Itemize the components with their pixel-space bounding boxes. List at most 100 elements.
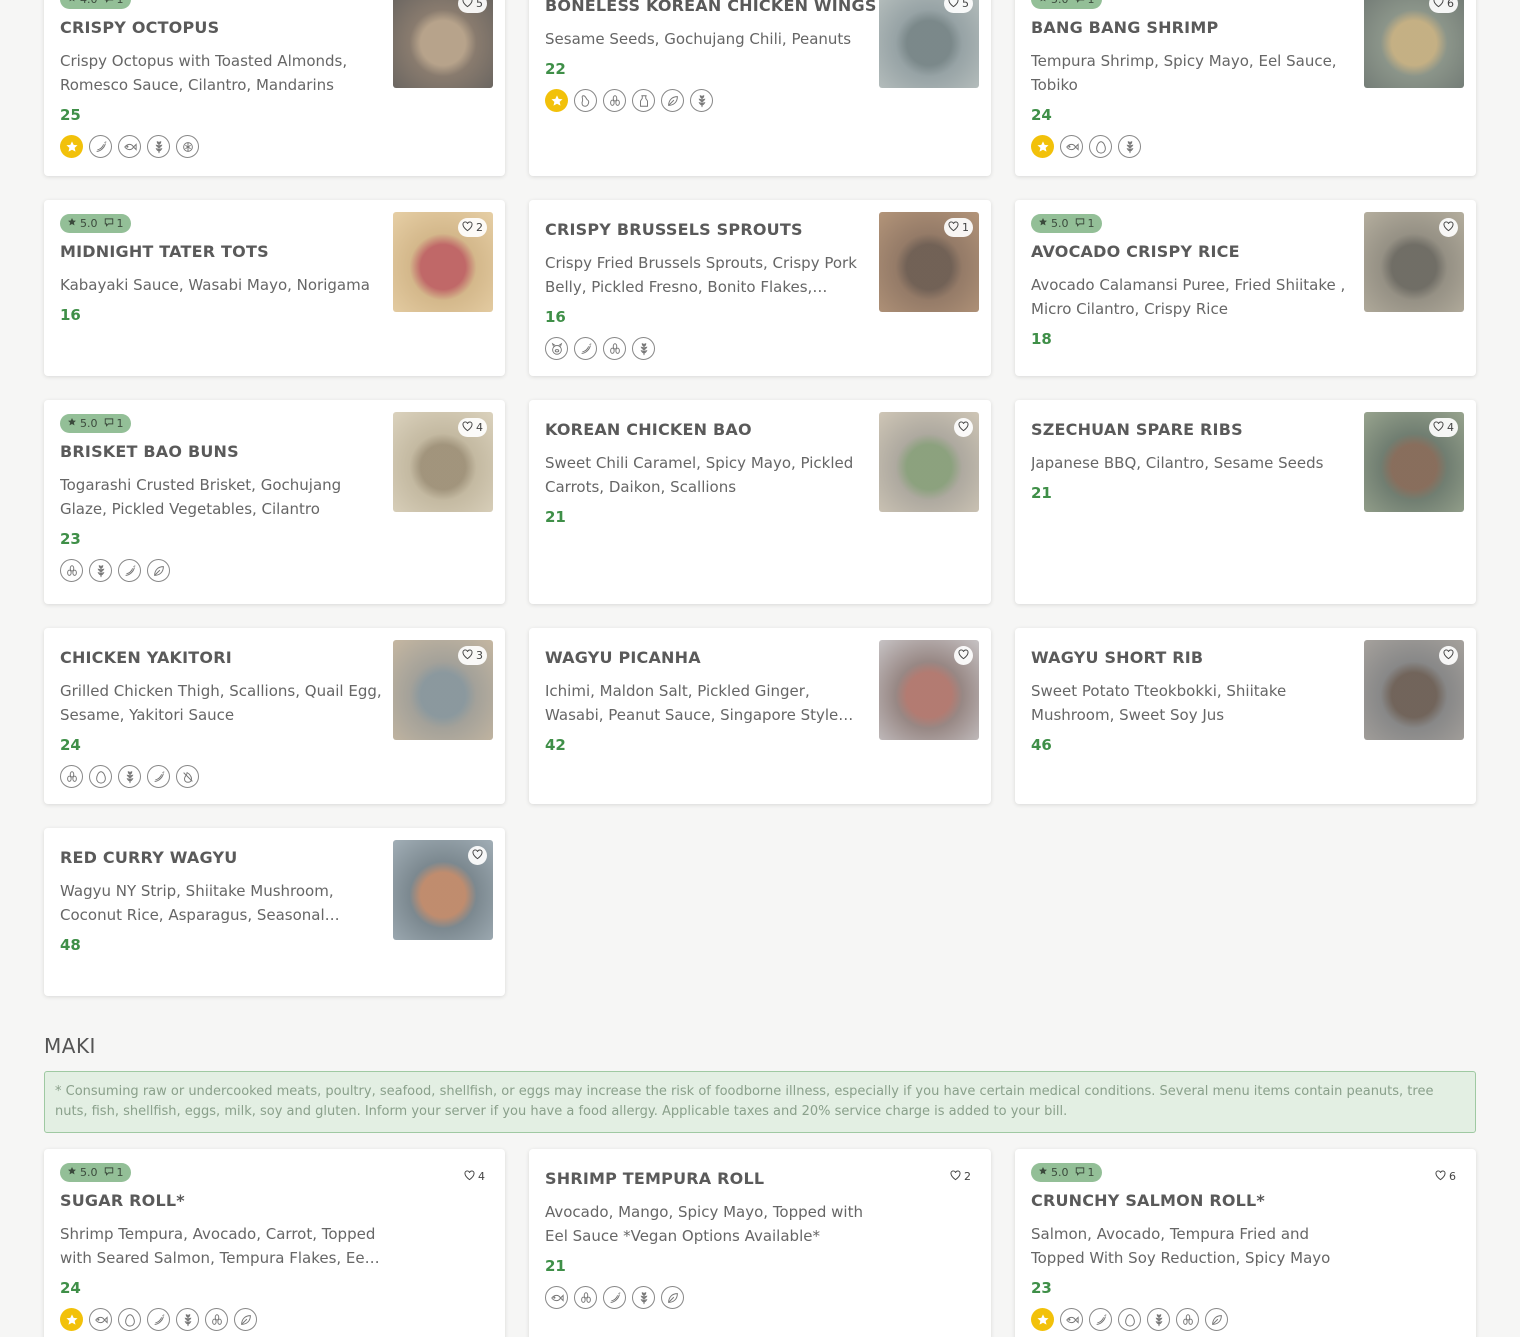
menu-item-photo[interactable] (879, 640, 979, 740)
menu-item-card-red-curry-wagyu[interactable]: RED CURRY WAGYU Wagyu NY Strip, Shiitake … (44, 828, 505, 996)
favorite-button[interactable] (1439, 218, 1458, 237)
dietary-tags (545, 337, 867, 360)
leaf-icon (147, 559, 170, 582)
pig-icon (545, 337, 568, 360)
menu-item-description: Togarashi Crusted Brisket, Gochujang Gla… (60, 476, 342, 518)
menu-item-photo[interactable]: 1 (879, 212, 979, 312)
menu-item-title: SHRIMP TEMPURA ROLL (545, 1169, 765, 1188)
comment-icon (1075, 0, 1085, 6)
favorite-button[interactable]: 1 (944, 218, 973, 237)
menu-item-photo[interactable] (393, 840, 493, 940)
menu-item-description: Avocado Calamansi Puree, Fried Shiitake … (1031, 276, 1346, 318)
heart-icon (958, 649, 969, 663)
heart-icon (950, 1170, 961, 1184)
star-icon (1038, 0, 1048, 6)
maki-grid: 5.0 1 SUGAR ROLL* Shrimp Tempura, Avocado, … (44, 1149, 1476, 1337)
star-icon (67, 217, 77, 230)
menu-item-card-shrimp-tempura-roll[interactable]: SHRIMP TEMPURA ROLL Avocado, Mango, Spicy… (529, 1149, 991, 1337)
egg-icon (89, 765, 112, 788)
menu-item-photo[interactable]: 3 (393, 640, 493, 740)
menu-item-photo[interactable]: 5 (879, 0, 979, 88)
menu-item-card-wagyu-picanha[interactable]: WAGYU PICANHA Ichimi, Maldon Salt, Pickle… (529, 628, 991, 804)
menu-item-photo[interactable] (1364, 212, 1464, 312)
favorite-button[interactable] (954, 646, 973, 665)
food-image (393, 0, 493, 88)
menu-item-card-midnight-tater-tots[interactable]: 5.0 1 MIDNIGHT TATER TOTS Kabayaki Sauce, W… (44, 200, 505, 376)
menu-item-card-boneless-korean-chicken-wings[interactable]: BONELESS KOREAN CHICKEN WINGS Sesame Seed… (529, 0, 991, 176)
favorite-button[interactable]: 6 (1429, 0, 1458, 13)
menu-item-card-bang-bang-shrimp[interactable]: 5.01BANG BANG SHRIMPTempura Shrimp, Spic… (1015, 0, 1476, 176)
star-icon (67, 0, 77, 6)
dietary-tags (60, 135, 382, 158)
rating-badge: 5.01 (1031, 1163, 1102, 1182)
review-count: 1 (116, 217, 124, 230)
menu-item-description: Sesame Seeds, Gochujang Chili, Peanuts (545, 30, 852, 48)
rating-badge: 5.01 (1031, 214, 1102, 233)
menu-item-photo[interactable]: 5 (393, 0, 493, 88)
menu-item-description: Ichimi, Maldon Salt, Pickled Ginger, Was… (545, 682, 839, 724)
menu-item-card-wagyu-short-rib[interactable]: WAGYU SHORT RIB Sweet Potato Tteokbokki, … (1015, 628, 1476, 804)
menu-item-card-brisket-bao-buns[interactable]: 5.0 1 BRISKET BAO BUNS Togarashi Crusted Br… (44, 400, 505, 604)
menu-item-title: CRISPY BRUSSELS SPROUTS (545, 220, 803, 239)
menu-item-description: Wagyu NY Strip, Shiitake Mushroom, Cocon… (60, 882, 334, 924)
favorite-button[interactable] (468, 846, 487, 865)
menu-item-content: 4.01CRISPY OCTOPUSCrispy Octopus with To… (60, 0, 382, 158)
menu-item-title: CHICKEN YAKITORI (60, 648, 232, 667)
menu-item-photo[interactable]: 2 (393, 212, 493, 312)
menu-item-photo[interactable]: 6 (1364, 0, 1464, 88)
menu-item-price: 25 (60, 106, 81, 124)
menu-item-photo[interactable]: 4 (1364, 412, 1464, 512)
nut-icon (176, 135, 199, 158)
rating-value: 5.0 (80, 1166, 98, 1179)
menu-item-card-crispy-brussels-sprouts[interactable]: CRISPY BRUSSELS SPROUTS Crispy Fried Brus… (529, 200, 991, 376)
menu-item-content: 5.0 1 MIDNIGHT TATER TOTS Kabayaki Sauce, W… (60, 212, 382, 325)
menu-item-card-crispy-octopus[interactable]: 4.01CRISPY OCTOPUSCrispy Octopus with To… (44, 0, 505, 176)
review-count: 1 (117, 0, 124, 6)
favorite-button[interactable] (954, 418, 973, 437)
like-count: 4 (476, 421, 483, 434)
menu-item-content: 5.01BANG BANG SHRIMPTempura Shrimp, Spic… (1031, 0, 1353, 158)
favorite-button[interactable]: 2 (458, 218, 487, 237)
menu-item-card-korean-chicken-bao[interactable]: KOREAN CHICKEN BAO Sweet Chili Caramel, S… (529, 400, 991, 604)
star-icon (1038, 217, 1048, 230)
fish-icon (545, 1286, 568, 1309)
menu-item-photo[interactable]: 4 (393, 412, 493, 512)
menu-item-description: Japanese BBQ, Cilantro, Sesame Seeds (1031, 454, 1324, 472)
like-count: 6 (1447, 0, 1454, 10)
favorite-button[interactable]: 5 (458, 0, 487, 13)
dietary-tags (60, 765, 382, 788)
menu-item-card-sugar-roll[interactable]: 5.0 1 SUGAR ROLL* Shrimp Tempura, Avocado, … (44, 1149, 505, 1337)
leaf-icon (661, 1286, 684, 1309)
favorite-button[interactable]: 5 (944, 0, 973, 13)
rating-value: 5.0 (80, 417, 98, 430)
review-count: 1 (116, 417, 124, 430)
menu-item-price: 24 (60, 1279, 81, 1297)
reviews-group: 1 (104, 1166, 124, 1179)
dietary-tags (60, 559, 382, 582)
menu-item-photo[interactable] (1364, 640, 1464, 740)
star-icon (1031, 1308, 1054, 1331)
favorite-button[interactable]: 4 (458, 418, 487, 437)
menu-item-price: 23 (1031, 1279, 1052, 1297)
menu-item-card-chicken-yakitori[interactable]: CHICKEN YAKITORI Grilled Chicken Thigh, S… (44, 628, 505, 804)
leaf-icon (234, 1308, 257, 1331)
favorite-button[interactable] (1439, 646, 1458, 665)
favorite-button[interactable]: 4 (1429, 418, 1458, 437)
dietary-tags (60, 1308, 382, 1331)
favorite-button[interactable]: 3 (458, 646, 487, 665)
egg-icon (118, 1308, 141, 1331)
menu-item-price: 24 (1031, 106, 1052, 124)
menu-item-title: RED CURRY WAGYU (60, 848, 238, 867)
menu-item-title: CRUNCHY SALMON ROLL* (1031, 1191, 1265, 1210)
favorite-button[interactable]: 6 (1431, 1167, 1460, 1186)
favorite-button[interactable]: 2 (946, 1167, 975, 1186)
favorite-button[interactable]: 4 (460, 1167, 489, 1186)
menu-item-card-crunchy-salmon-roll[interactable]: 5.0 1 CRUNCHY SALMON ROLL* Salmon, Avocado,… (1015, 1149, 1476, 1337)
menu-item-card-szechuan-spare-ribs[interactable]: SZECHUAN SPARE RIBS Japanese BBQ, Cilantr… (1015, 400, 1476, 604)
wheat-icon (118, 765, 141, 788)
menu-item-card-avocado-crispy-rice[interactable]: 5.0 1 AVOCADO CRISPY RICE Avocado Calamansi… (1015, 200, 1476, 376)
rating-value: 5.0 (80, 217, 98, 230)
menu-item-photo[interactable] (879, 412, 979, 512)
menu-item-description: Kabayaki Sauce, Wasabi Mayo, Norigama (60, 276, 370, 294)
sesame-icon (60, 765, 83, 788)
